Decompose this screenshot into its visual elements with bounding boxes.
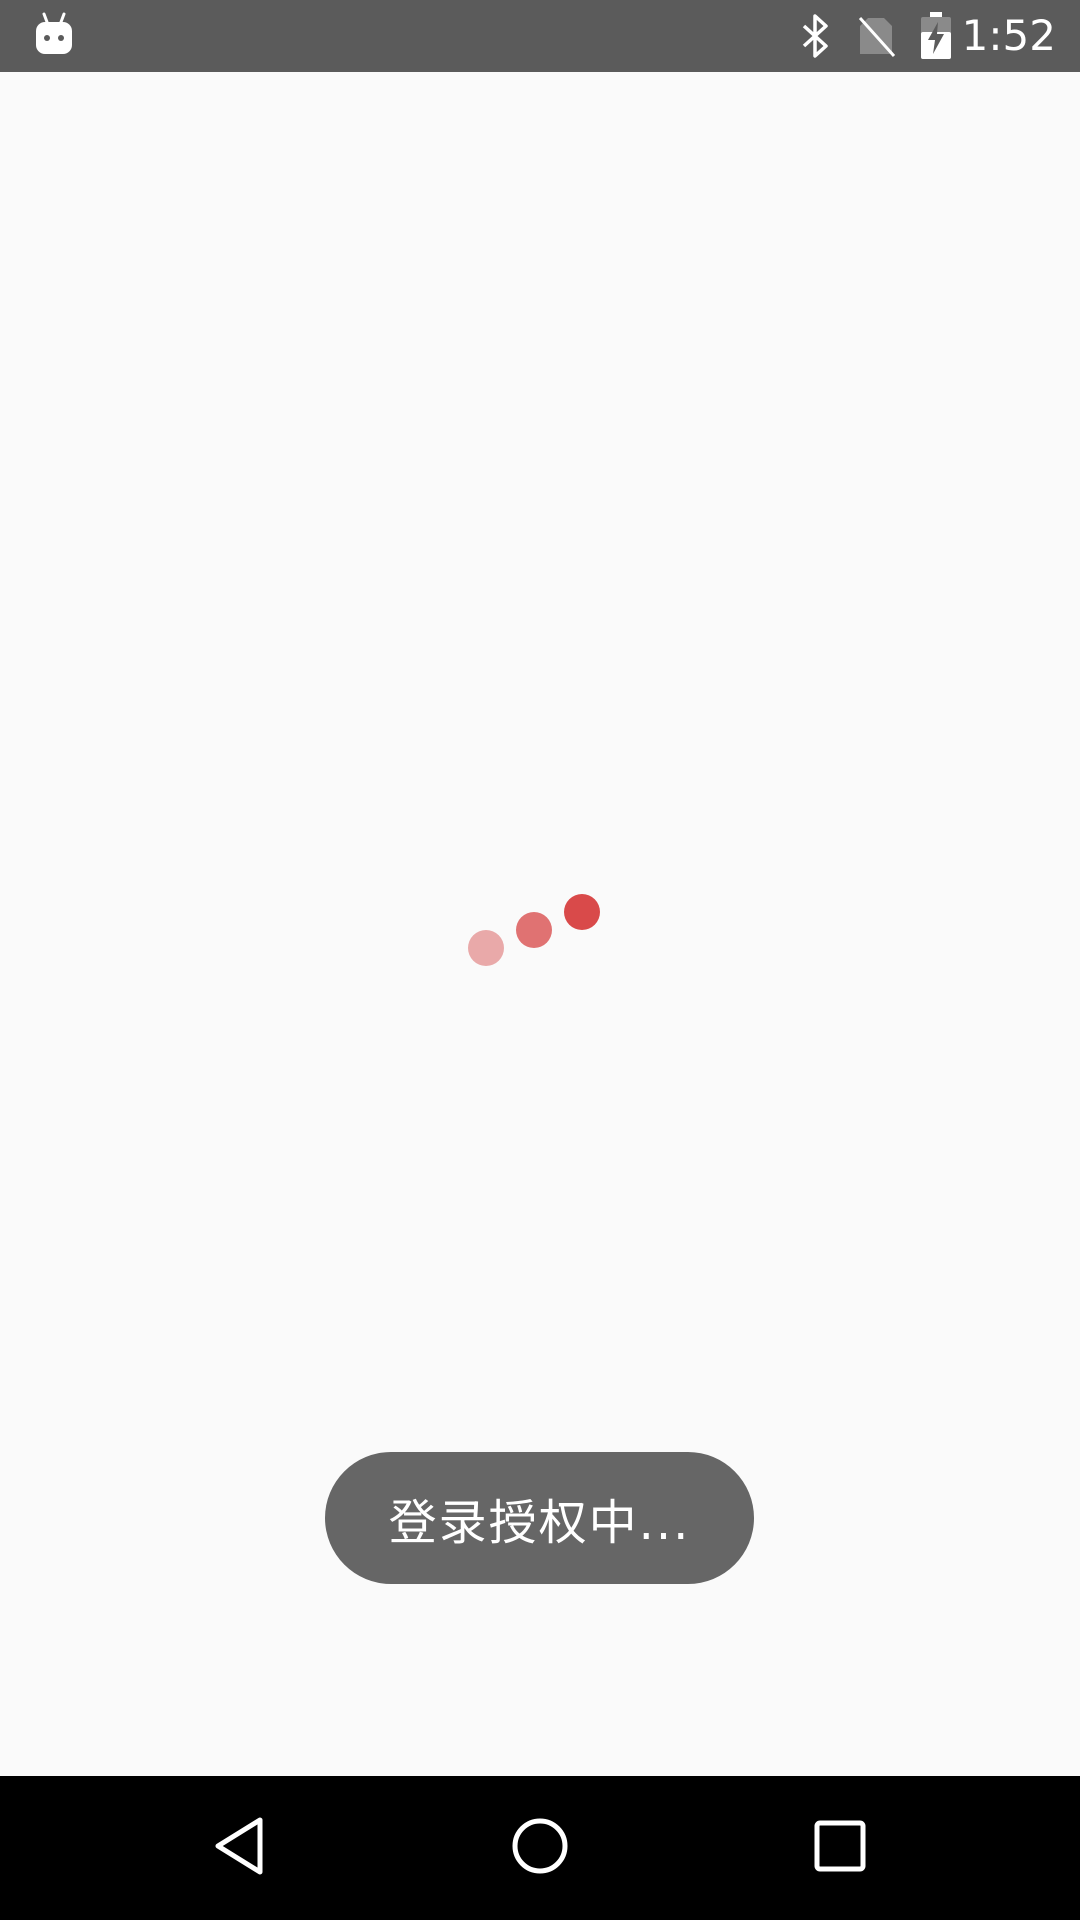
no-sim-icon <box>856 14 896 58</box>
battery-charging-icon <box>920 12 952 60</box>
home-icon <box>510 1816 570 1880</box>
recents-icon <box>814 1820 866 1876</box>
navigation-bar <box>0 1776 1080 1920</box>
android-app-icon <box>34 12 74 56</box>
status-clock: 1:52 <box>961 11 1056 60</box>
loading-dot <box>564 894 600 930</box>
back-icon <box>212 1816 268 1880</box>
back-button[interactable] <box>192 1800 288 1896</box>
loading-indicator <box>460 894 610 974</box>
recents-button[interactable] <box>792 1800 888 1896</box>
loading-dot <box>516 912 552 948</box>
loading-dot <box>468 930 504 966</box>
status-bar: 1:52 <box>0 0 1080 72</box>
toast-message: 登录授权中... <box>325 1452 754 1584</box>
home-button[interactable] <box>492 1800 588 1896</box>
toast-text: 登录授权中... <box>388 1495 691 1551</box>
bluetooth-icon <box>798 14 834 58</box>
